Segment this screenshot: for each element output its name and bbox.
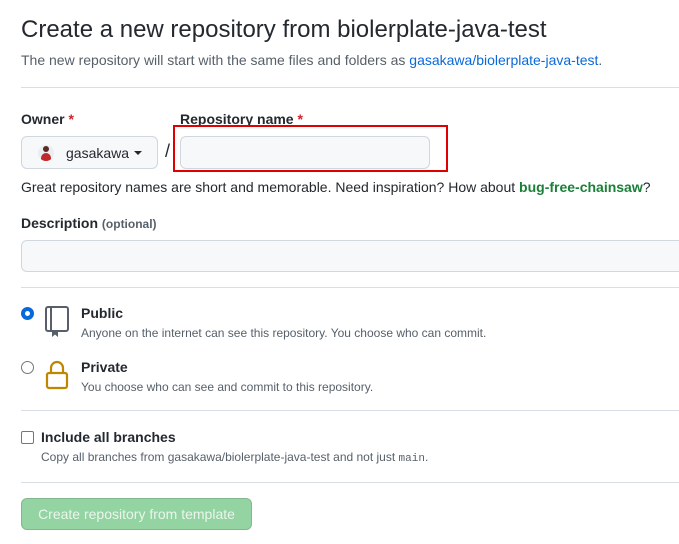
owner-selected: gasakawa <box>66 144 130 161</box>
owner-label: Owner * <box>21 111 74 127</box>
subtitle-prefix: The new repository will start with the s… <box>21 52 410 68</box>
page-subtitle: The new repository will start with the s… <box>21 52 602 68</box>
hint-text: Great repository names are short and mem… <box>21 179 520 195</box>
divider <box>21 287 679 288</box>
repo-name-input[interactable] <box>180 136 430 169</box>
private-desc: You choose who can see and commit to thi… <box>81 380 374 394</box>
description-input[interactable] <box>21 240 679 272</box>
owner-dropdown[interactable]: gasakawa <box>21 136 158 169</box>
branches-desc-suffix: . <box>424 450 429 464</box>
owner-repo-separator: / <box>165 141 171 161</box>
page-title: Create a new repository from biolerplate… <box>21 16 547 43</box>
name-suggestion[interactable]: bug-free-chainsaw <box>519 179 643 195</box>
avatar <box>38 144 54 161</box>
hint-suffix: ? <box>642 179 651 195</box>
caret-down-icon <box>134 150 143 155</box>
public-title: Public <box>81 305 124 321</box>
include-branches-desc: Copy all branches from gasakawa/biolerpl… <box>41 450 428 465</box>
repo-icon <box>45 306 69 337</box>
name-hint: Great repository names are short and mem… <box>21 179 651 195</box>
divider <box>21 87 679 88</box>
include-branches-label[interactable]: Include all branches <box>41 429 176 445</box>
include-branches-checkbox[interactable] <box>21 431 34 444</box>
lock-icon <box>45 360 69 390</box>
public-desc: Anyone on the internet can see this repo… <box>81 326 487 340</box>
branch-name-code: main <box>398 453 425 465</box>
description-label: Description (optional) <box>21 215 157 231</box>
divider <box>21 410 679 411</box>
private-title: Private <box>81 359 128 375</box>
subtitle-suffix: . <box>598 52 603 68</box>
create-repository-button[interactable]: Create repository from template <box>21 498 252 530</box>
branches-desc-prefix: Copy all branches from gasakawa/biolerpl… <box>41 450 399 464</box>
divider <box>21 482 679 483</box>
owner-label-text: Owner <box>21 111 65 127</box>
description-label-text: Description <box>21 215 99 231</box>
required-mark: * <box>68 111 74 127</box>
private-radio[interactable] <box>21 361 34 374</box>
template-repo-link[interactable]: gasakawa/biolerplate-java-test <box>409 52 598 68</box>
optional-tag: (optional) <box>101 217 157 231</box>
public-radio[interactable] <box>21 307 34 320</box>
